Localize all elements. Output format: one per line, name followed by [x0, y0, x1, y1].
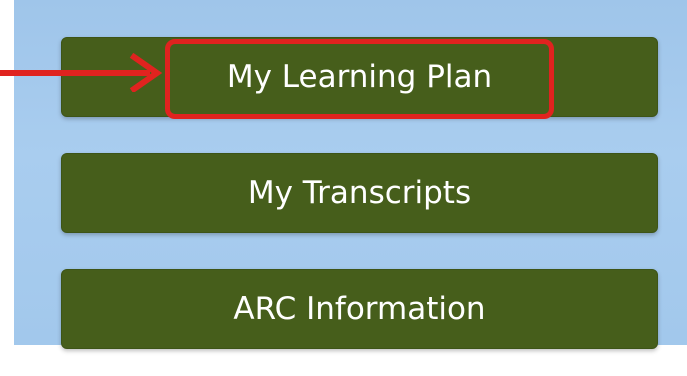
screenshot-stage: My Learning Plan My Transcripts ARC Info…: [0, 0, 687, 376]
my-transcripts-button[interactable]: My Transcripts: [61, 153, 658, 233]
arc-information-label: ARC Information: [233, 291, 486, 327]
my-learning-plan-button[interactable]: My Learning Plan: [61, 37, 658, 117]
menu-panel: My Learning Plan My Transcripts ARC Info…: [14, 0, 687, 349]
my-learning-plan-label: My Learning Plan: [226, 59, 493, 95]
arc-information-button[interactable]: ARC Information: [61, 269, 658, 349]
my-transcripts-label: My Transcripts: [247, 175, 472, 211]
